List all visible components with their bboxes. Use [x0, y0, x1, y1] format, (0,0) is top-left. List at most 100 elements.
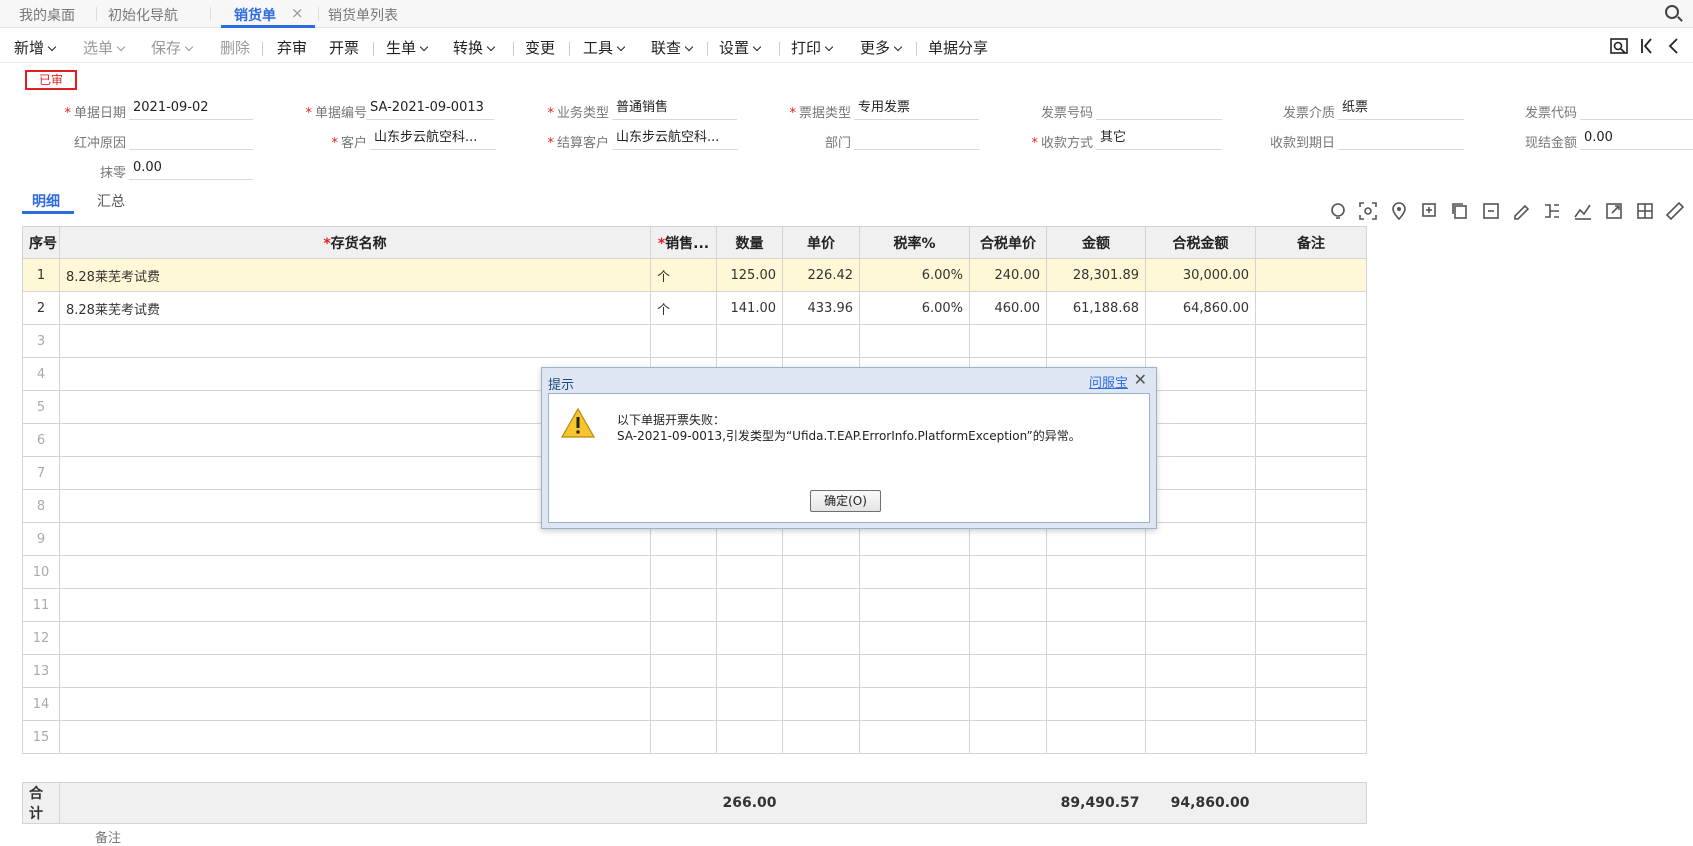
empty-cell[interactable]: [1145, 654, 1256, 688]
empty-cell[interactable]: [59, 654, 651, 688]
empty-cell[interactable]: [59, 687, 651, 721]
more-button[interactable]: 更多: [860, 37, 903, 58]
customer-field[interactable]: 山东步云航空科...: [370, 128, 496, 150]
empty-cell[interactable]: [782, 654, 860, 688]
col-header-tax-amount[interactable]: 合税金额: [1145, 226, 1256, 259]
generate-button[interactable]: 生单: [386, 37, 429, 58]
empty-cell[interactable]: [969, 324, 1047, 358]
col-header-price[interactable]: 单价: [782, 226, 860, 259]
table-row[interactable]: 2 8.28莱芜考试费 个 141.00 433.96 6.00% 460.00…: [22, 291, 1367, 325]
empty-cell[interactable]: [1255, 654, 1367, 688]
ruler-icon[interactable]: [1665, 201, 1685, 221]
location-icon[interactable]: [1389, 201, 1409, 221]
tab-sales-order[interactable]: 销货单: [234, 5, 276, 25]
empty-cell[interactable]: [716, 687, 783, 721]
empty-cell[interactable]: [650, 324, 717, 358]
empty-cell[interactable]: [1255, 456, 1367, 490]
tax-price-cell[interactable]: 460.00: [969, 291, 1047, 325]
add-row-icon[interactable]: [1420, 201, 1440, 221]
save-button[interactable]: 保存: [151, 37, 194, 58]
rounding-field[interactable]: 0.00: [129, 158, 253, 180]
empty-cell[interactable]: [716, 621, 783, 655]
search-icon[interactable]: [1665, 5, 1679, 19]
delete-button[interactable]: 删除: [220, 37, 250, 58]
empty-cell[interactable]: [59, 588, 651, 622]
table-row[interactable]: 12: [22, 621, 1367, 655]
tab-my-desktop[interactable]: 我的桌面: [19, 5, 75, 25]
table-row[interactable]: 3: [22, 324, 1367, 358]
col-header-amount[interactable]: 金额: [1046, 226, 1146, 259]
empty-cell[interactable]: [782, 621, 860, 655]
empty-cell[interactable]: [1046, 588, 1146, 622]
tab-init-nav[interactable]: 初始化导航: [108, 5, 178, 25]
invoice-code-field[interactable]: [1580, 98, 1693, 120]
invoice-no-field[interactable]: [1096, 98, 1222, 120]
empty-cell[interactable]: [1046, 555, 1146, 589]
empty-cell[interactable]: [782, 324, 860, 358]
empty-cell[interactable]: [1255, 687, 1367, 721]
invoice-button[interactable]: 开票: [329, 37, 359, 58]
price-cell[interactable]: 433.96: [782, 291, 860, 325]
first-record-icon[interactable]: [1638, 37, 1656, 55]
tax-price-cell[interactable]: 240.00: [969, 258, 1047, 292]
tax-rate-cell[interactable]: 6.00%: [859, 258, 970, 292]
empty-cell[interactable]: [1145, 489, 1256, 523]
delete-row-icon[interactable]: [1481, 201, 1501, 221]
copy-row-icon[interactable]: [1450, 201, 1470, 221]
empty-cell[interactable]: [1145, 621, 1256, 655]
empty-cell[interactable]: [1145, 390, 1256, 424]
col-header-tax-rate[interactable]: 税率%: [859, 226, 970, 259]
empty-cell[interactable]: [969, 621, 1047, 655]
empty-cell[interactable]: [716, 720, 783, 754]
price-cell[interactable]: 226.42: [782, 258, 860, 292]
empty-cell[interactable]: [1145, 588, 1256, 622]
empty-cell[interactable]: [1046, 687, 1146, 721]
empty-cell[interactable]: [59, 720, 651, 754]
empty-cell[interactable]: [859, 654, 970, 688]
empty-cell[interactable]: [1255, 555, 1367, 589]
empty-cell[interactable]: [782, 555, 860, 589]
tax-amount-cell[interactable]: 64,860.00: [1145, 291, 1256, 325]
qty-cell[interactable]: 125.00: [716, 258, 783, 292]
col-header-qty[interactable]: 数量: [716, 226, 783, 259]
empty-cell[interactable]: [650, 588, 717, 622]
empty-cell[interactable]: [969, 588, 1047, 622]
tab-summary[interactable]: 汇总: [97, 191, 125, 211]
previous-record-icon[interactable]: [1664, 37, 1682, 55]
empty-cell[interactable]: [782, 720, 860, 754]
share-button[interactable]: 单据分享: [928, 37, 988, 58]
empty-cell[interactable]: [859, 621, 970, 655]
pay-method-field[interactable]: 其它: [1096, 128, 1222, 150]
remark-cell[interactable]: [1255, 258, 1367, 292]
empty-cell[interactable]: [59, 555, 651, 589]
empty-cell[interactable]: [1255, 390, 1367, 424]
export-icon[interactable]: [1604, 201, 1624, 221]
settle-customer-field[interactable]: 山东步云航空科...: [612, 128, 738, 150]
empty-cell[interactable]: [782, 588, 860, 622]
empty-cell[interactable]: [1255, 357, 1367, 391]
col-header-tax-price[interactable]: 合税单价: [969, 226, 1047, 259]
empty-cell[interactable]: [969, 654, 1047, 688]
amount-cell[interactable]: 28,301.89: [1046, 258, 1146, 292]
col-header-index[interactable]: 序号: [22, 226, 60, 259]
empty-cell[interactable]: [716, 555, 783, 589]
biz-type-field[interactable]: 普通销售: [612, 98, 737, 120]
split-icon[interactable]: [1542, 201, 1562, 221]
empty-cell[interactable]: [1145, 357, 1256, 391]
tab-detail[interactable]: 明细: [32, 191, 60, 211]
empty-cell[interactable]: [1145, 522, 1256, 556]
table-row[interactable]: 10: [22, 555, 1367, 589]
chart-icon[interactable]: [1573, 201, 1593, 221]
add-button[interactable]: 新增: [14, 37, 57, 58]
empty-cell[interactable]: [859, 555, 970, 589]
empty-cell[interactable]: [859, 720, 970, 754]
bulb-icon[interactable]: [1328, 201, 1348, 221]
empty-cell[interactable]: [650, 720, 717, 754]
doc-date-field[interactable]: 2021-09-02: [129, 98, 253, 120]
convert-button[interactable]: 转换: [453, 37, 496, 58]
tax-amount-cell[interactable]: 30,000.00: [1145, 258, 1256, 292]
item-name-cell[interactable]: 8.28莱芜考试费: [59, 258, 651, 292]
empty-cell[interactable]: [1255, 621, 1367, 655]
doc-no-field[interactable]: SA-2021-09-0013: [366, 98, 494, 120]
empty-cell[interactable]: [1046, 621, 1146, 655]
